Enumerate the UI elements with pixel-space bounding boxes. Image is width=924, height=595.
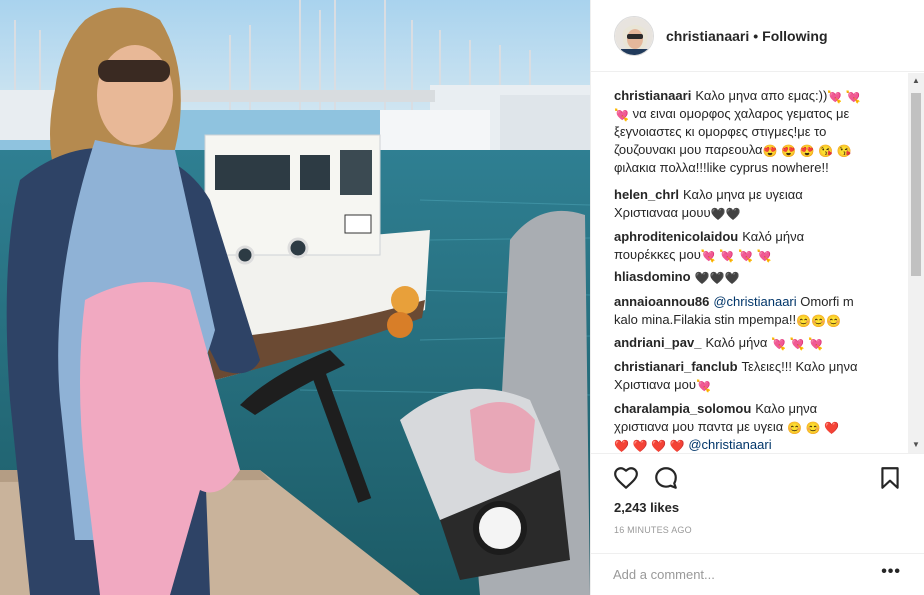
comment-list[interactable]: christianaari Καλο μηνα απο εμας:))💘 💘 💘 … — [591, 73, 924, 453]
comment-text: χριστιανα μου παντα με υγεια — [614, 419, 784, 434]
add-comment-bar: ••• — [591, 553, 924, 595]
red-heart-emoji: ❤️ — [614, 439, 629, 453]
heart-emoji: 💘 — [719, 249, 735, 263]
scroll-down-arrow-icon[interactable]: ▼ — [908, 437, 924, 453]
comment-text: Χριστιανα μου — [614, 377, 696, 392]
comment-text: Καλο μηνα — [755, 401, 818, 416]
heart-emoji: 💘 — [770, 337, 786, 351]
heart-emoji: 💘 — [756, 249, 772, 263]
kiss-emoji: 😘 — [836, 144, 852, 158]
likes-count[interactable]: 2,243 likes — [614, 500, 679, 515]
add-comment-input[interactable] — [613, 564, 863, 584]
comment-username[interactable]: hliasdomino — [614, 269, 691, 284]
caption-comment: christianaari Καλο μηνα απο εμας:))💘 💘 💘 … — [614, 87, 886, 177]
heart-icon[interactable] — [613, 465, 639, 491]
heart-emoji: 💘 — [695, 379, 711, 393]
post-header: christianaari • Following — [591, 0, 924, 72]
smile-emoji: 😊 — [786, 421, 802, 435]
bookmark-icon[interactable] — [877, 465, 903, 491]
heart-emoji: 💘 — [789, 337, 805, 351]
heart-emoji: 💘 — [827, 90, 843, 104]
red-heart-emoji: ❤️ — [824, 421, 840, 435]
photo-illustration — [0, 0, 590, 595]
comment-bubble-icon[interactable] — [653, 465, 679, 491]
header-separator: • — [753, 27, 759, 44]
black-heart-emoji: 🖤 — [725, 207, 741, 221]
comment-text: Καλο μηνα με υγειαα — [683, 187, 803, 202]
action-bar: 2,243 likes 16 MINUTES AGO — [591, 453, 924, 553]
comment-username[interactable]: christianaari — [614, 88, 691, 103]
comment-username[interactable]: christianari_fanclub — [614, 359, 738, 374]
comment-item: annaioannou86 @christianaari Omorfi m kal… — [614, 293, 886, 329]
comment-text: Τελειες!!! Καλο μηνα — [741, 359, 858, 374]
heart-emoji: 💘 — [700, 249, 716, 263]
following-button[interactable]: Following — [762, 28, 827, 44]
post-photo[interactable] — [0, 0, 590, 595]
comment-scrollbar[interactable]: ▲ ▼ — [908, 73, 924, 453]
heart-eyes-emoji: 😍 — [799, 144, 815, 158]
comment-item: hliasdomino 🖤🖤🖤 — [614, 268, 886, 286]
post-sidebar: christianaari • Following christianaari Καλ… — [590, 0, 924, 595]
comment-username[interactable]: charalampia_solomou — [614, 401, 751, 416]
comment-text: Καλό μήνα — [742, 229, 805, 244]
comment-mention[interactable]: @christianaari — [713, 294, 796, 309]
scroll-up-arrow-icon[interactable]: ▲ — [908, 73, 924, 89]
comment-item: christianari_fanclub Τελειες!!! Καλο μηνα… — [614, 358, 886, 394]
heart-emoji: 💘 — [845, 90, 861, 104]
post-timestamp[interactable]: 16 MINUTES AGO — [614, 525, 692, 535]
comment-text: kalo mina.Filakia stin mpempa!! — [614, 312, 797, 327]
heart-emoji: 💘 — [737, 249, 753, 263]
black-heart-emoji: 🖤 — [694, 271, 710, 285]
comment-text: Omorfi m — [800, 294, 854, 309]
header-text: christianaari • Following — [666, 28, 828, 44]
kiss-emoji: 😘 — [818, 144, 834, 158]
comment-text: Καλο μηνα απο εμας:)) — [695, 88, 828, 103]
comment-mention[interactable]: @christianaari — [688, 437, 771, 452]
comment-item: charalampia_solomou Καλο μηνα χριστιανα μ… — [614, 400, 886, 453]
red-heart-emoji: ❤️ — [651, 439, 667, 453]
smile-emoji: 😊 — [825, 314, 841, 328]
red-heart-emoji: ❤️ — [632, 439, 648, 453]
comment-text: πουρέκκες μου — [614, 247, 701, 262]
more-options-icon[interactable]: ••• — [881, 563, 901, 581]
heart-emoji: 💘 — [808, 337, 824, 351]
scrollbar-thumb[interactable] — [911, 93, 921, 276]
smile-emoji: 😊 — [811, 314, 826, 328]
comment-text: Καλό μήνα — [705, 335, 768, 350]
red-heart-emoji: ❤️ — [669, 439, 685, 453]
comment-username[interactable]: andriani_pav_ — [614, 335, 701, 350]
comment-text: ξεγνοιαστες κι ομορφες στιγμες!με το — [614, 124, 827, 139]
black-heart-emoji: 🖤 — [724, 271, 740, 285]
header-username[interactable]: christianaari — [666, 28, 749, 44]
comment-text: Χριστιαναα μουυ — [614, 205, 711, 220]
comment-item: aphroditenicolaidou Καλό μήνα πουρέκκες μ… — [614, 228, 886, 264]
black-heart-emoji: 🖤 — [709, 271, 725, 285]
avatar[interactable] — [614, 15, 654, 56]
heart-emoji: 💘 — [614, 108, 629, 122]
heart-eyes-emoji: 😍 — [762, 144, 778, 158]
comment-text: να ειναι ομορφος χαλαρος γεματος με — [632, 106, 850, 121]
comment-username[interactable]: annaioannou86 — [614, 294, 709, 309]
heart-eyes-emoji: 😍 — [781, 144, 797, 158]
smile-emoji: 😊 — [805, 421, 821, 435]
comment-text: φιλακια πολλα!!!like cyprus nowhere!! — [614, 160, 829, 175]
comment-username[interactable]: aphroditenicolaidou — [614, 229, 738, 244]
comment-text: ζουζουνακι μου παρεουλα — [614, 142, 763, 157]
smile-emoji: 😊 — [796, 314, 812, 328]
comment-username[interactable]: helen_chrl — [614, 187, 679, 202]
black-heart-emoji: 🖤 — [710, 207, 726, 221]
comment-item: andriani_pav_ Καλό μήνα 💘 💘 💘 — [614, 334, 886, 352]
comment-item: helen_chrl Καλο μηνα με υγειαα Χριστιαναα… — [614, 186, 886, 222]
